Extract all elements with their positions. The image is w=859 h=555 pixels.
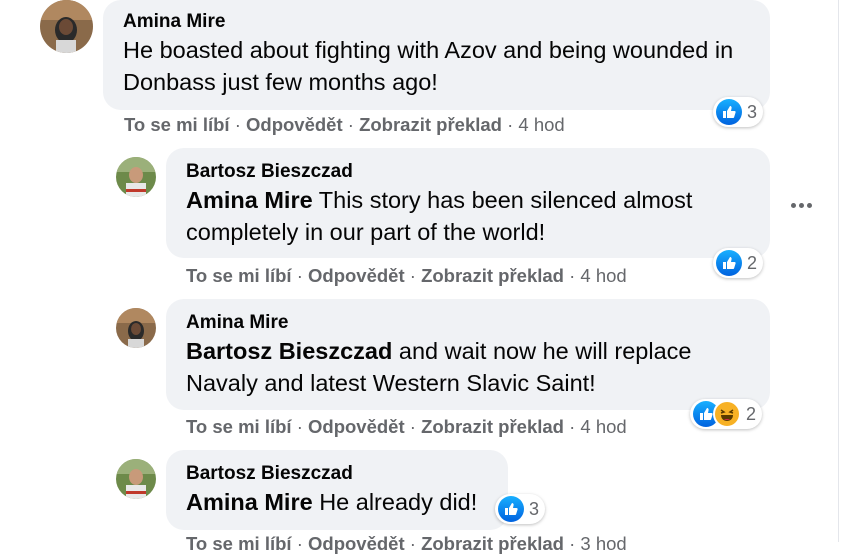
comment-text: Amina Mire He already did!	[186, 486, 488, 518]
comment-timestamp[interactable]: 4 hod	[580, 265, 626, 286]
separator: ·	[409, 533, 422, 554]
reply-action[interactable]: Odpovědět	[246, 114, 343, 135]
reaction-count: 2	[746, 403, 757, 424]
reaction-count: 3	[529, 498, 540, 519]
like-action[interactable]: To se mi líbí	[186, 265, 292, 286]
more-horizontal-icon	[798, 202, 804, 208]
separator: ·	[347, 114, 360, 135]
comment-bubble: Bartosz Bieszczad Amina Mire He already …	[166, 450, 508, 530]
more-options-button[interactable]	[786, 190, 816, 220]
feed-right-border	[838, 0, 839, 542]
like-action[interactable]: To se mi líbí	[124, 114, 230, 135]
comment-bubble: Bartosz Bieszczad Amina Mire This story …	[166, 148, 770, 258]
translate-action[interactable]: Zobrazit překlad	[421, 265, 564, 286]
separator: ·	[296, 265, 308, 286]
avatar[interactable]	[40, 0, 93, 53]
comment-bubble: Amina Mire He boasted about fighting wit…	[103, 0, 770, 110]
mention-link[interactable]: Bartosz Bieszczad	[186, 338, 392, 364]
separator: ·	[234, 114, 246, 135]
comment-timestamp[interactable]: 4 hod	[518, 114, 564, 135]
like-action[interactable]: To se mi líbí	[186, 533, 292, 554]
separator: ·	[569, 416, 581, 437]
reply-action[interactable]: Odpovědět	[308, 416, 405, 437]
comment-actions: To se mi líbí · Odpovědět · Zobrazit pře…	[186, 265, 627, 287]
comment-author[interactable]: Bartosz Bieszczad	[186, 462, 488, 486]
avatar[interactable]	[116, 157, 156, 197]
separator: ·	[296, 533, 308, 554]
separator: ·	[507, 114, 519, 135]
comment-author[interactable]: Amina Mire	[123, 10, 750, 34]
avatar[interactable]	[116, 308, 156, 348]
more-horizontal-icon	[790, 202, 796, 208]
comment-text: Bartosz Bieszczad and wait now he will r…	[186, 335, 750, 399]
separator: ·	[569, 265, 581, 286]
comment-actions: To se mi líbí · Odpovědět · Zobrazit pře…	[186, 416, 627, 438]
comment-body: He already did!	[312, 489, 478, 515]
more-horizontal-icon	[806, 202, 812, 208]
like-reaction-icon	[498, 496, 524, 522]
reaction-summary[interactable]: 2	[690, 399, 763, 429]
reaction-summary[interactable]: 2	[713, 248, 764, 278]
reply-action[interactable]: Odpovědět	[308, 265, 405, 286]
like-reaction-icon	[716, 250, 742, 276]
reaction-count: 3	[747, 101, 758, 122]
reply-action[interactable]: Odpovědět	[308, 533, 405, 554]
mention-link[interactable]: Amina Mire	[186, 489, 313, 515]
separator: ·	[409, 265, 422, 286]
mention-link[interactable]: Amina Mire	[186, 187, 313, 213]
comment-text: He boasted about fighting with Azov and …	[123, 37, 734, 95]
reaction-summary[interactable]: 3	[713, 97, 764, 127]
comment-actions: To se mi líbí · Odpovědět · Zobrazit pře…	[124, 114, 565, 136]
comment-actions: To se mi líbí · Odpovědět · Zobrazit pře…	[186, 533, 627, 555]
comment-text: Amina Mire This story has been silenced …	[186, 184, 750, 248]
separator: ·	[296, 416, 308, 437]
comment-author[interactable]: Bartosz Bieszczad	[186, 160, 750, 184]
haha-reaction-icon	[713, 400, 741, 428]
like-action[interactable]: To se mi líbí	[186, 416, 292, 437]
reaction-count: 2	[747, 252, 758, 273]
translate-action[interactable]: Zobrazit překlad	[421, 533, 564, 554]
avatar[interactable]	[116, 459, 156, 499]
translate-action[interactable]: Zobrazit překlad	[359, 114, 502, 135]
comment-bubble: Amina Mire Bartosz Bieszczad and wait no…	[166, 299, 770, 410]
separator: ·	[569, 533, 581, 554]
reaction-summary[interactable]: 3	[495, 494, 546, 524]
translate-action[interactable]: Zobrazit překlad	[421, 416, 564, 437]
like-reaction-icon	[716, 99, 742, 125]
comment-author[interactable]: Amina Mire	[186, 311, 750, 335]
comment-timestamp[interactable]: 4 hod	[580, 416, 626, 437]
comment-timestamp[interactable]: 3 hod	[580, 533, 626, 554]
separator: ·	[409, 416, 422, 437]
